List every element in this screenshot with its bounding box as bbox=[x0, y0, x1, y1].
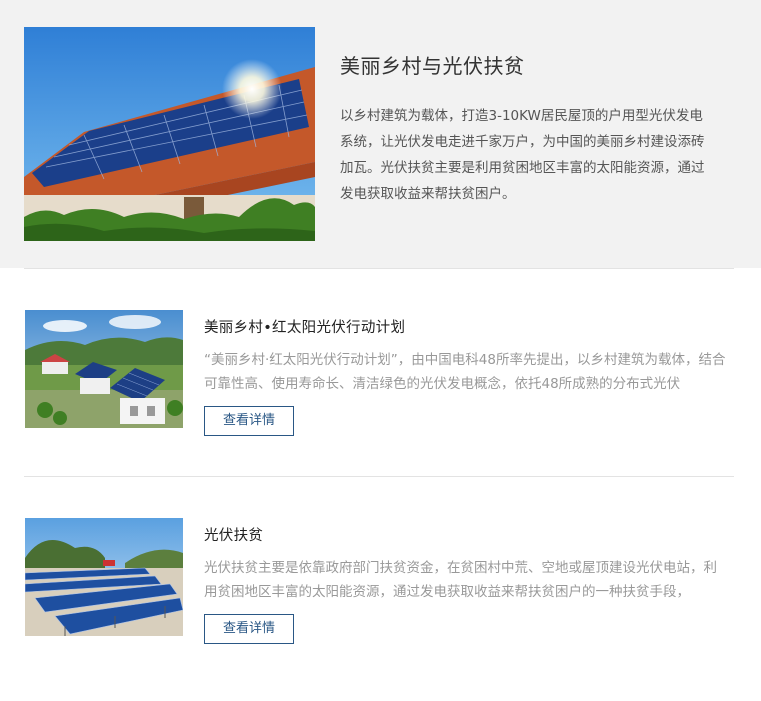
card-description: “美丽乡村·红太阳光伏行动计划”，由中国电科48所率先提出，以乡村建筑为载体，结… bbox=[204, 352, 726, 392]
hero-section: 美丽乡村与光伏扶贫 以乡村建筑为载体，打造3-10KW居民屋顶的户用型光伏发电系… bbox=[0, 0, 761, 268]
card-title: 光伏扶贫 bbox=[204, 528, 264, 544]
village-solar-image bbox=[25, 310, 183, 428]
card-description: 光伏扶贫主要是依靠政府部门扶贫资金，在贫困村中荒、空地或屋顶建设光伏电站，利用贫… bbox=[204, 560, 717, 600]
view-details-button[interactable]: 查看详情 bbox=[204, 406, 294, 436]
rooftop-solar-image bbox=[24, 27, 315, 241]
divider bbox=[24, 268, 734, 269]
poverty-solar-farm-image bbox=[25, 518, 183, 636]
divider bbox=[24, 476, 734, 477]
card-title: 美丽乡村•红太阳光伏行动计划 bbox=[204, 320, 406, 336]
hero-description: 以乡村建筑为载体，打造3-10KW居民屋顶的户用型光伏发电系统，让光伏发电走进千… bbox=[340, 108, 705, 202]
view-details-button[interactable]: 查看详情 bbox=[204, 614, 294, 644]
hero-title: 美丽乡村与光伏扶贫 bbox=[340, 54, 525, 78]
